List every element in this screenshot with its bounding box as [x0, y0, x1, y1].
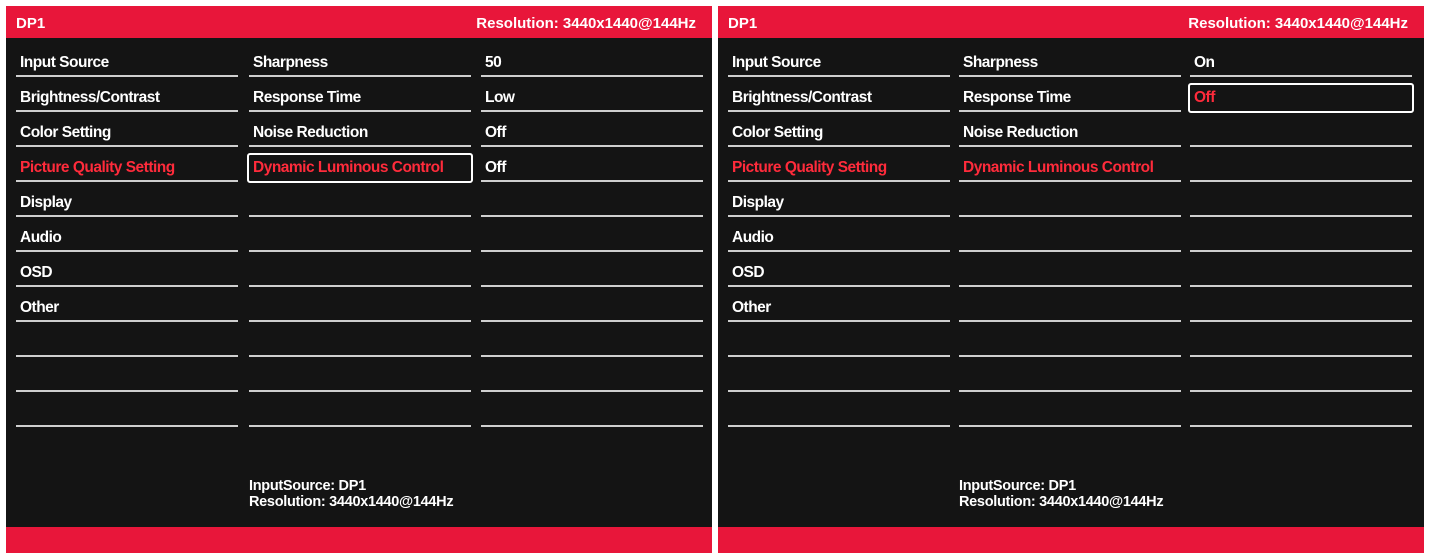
menu-item-other[interactable]: Other — [728, 291, 950, 326]
submenu-item-empty — [959, 361, 1181, 396]
submenu-item-sharpness[interactable]: Sharpness — [249, 46, 471, 81]
value-empty — [1190, 151, 1412, 186]
submenu-item-dynamic-luminous-control[interactable]: Dynamic Luminous Control — [247, 151, 473, 186]
value-empty — [1190, 396, 1412, 431]
menu-item-empty — [16, 396, 238, 431]
submenu-item-response-time[interactable]: Response Time — [249, 81, 471, 116]
value-empty — [481, 326, 703, 361]
submenu-item-empty — [959, 221, 1181, 256]
osd-panel-right: DP1 Resolution: 3440x1440@144Hz Input So… — [718, 6, 1424, 553]
menu-item-input-source[interactable]: Input Source — [16, 46, 238, 81]
option-off[interactable]: Off — [1188, 81, 1414, 116]
menu-item-empty — [16, 326, 238, 361]
value-empty — [1190, 116, 1412, 151]
submenu-item-empty — [249, 361, 471, 396]
submenu-item-response-time[interactable]: Response Time — [959, 81, 1181, 116]
osd-panel-left: DP1 Resolution: 3440x1440@144Hz Input So… — [6, 6, 712, 553]
menu-item-audio[interactable]: Audio — [728, 221, 950, 256]
footer-input-source: InputSource: DP1 — [249, 478, 366, 494]
menu-item-empty — [728, 396, 950, 431]
menu-item-picture-quality-setting[interactable]: Picture Quality Setting — [728, 151, 950, 186]
footer-resolution: Resolution: 3440x1440@144Hz — [959, 494, 1164, 510]
menu-item-brightness-contrast[interactable]: Brightness/Contrast — [728, 81, 950, 116]
main-menu: Input Source Brightness/Contrast Color S… — [728, 46, 950, 431]
submenu-item-empty — [249, 396, 471, 431]
menu-item-display[interactable]: Display — [728, 186, 950, 221]
menu-item-input-source[interactable]: Input Source — [728, 46, 950, 81]
submenu-item-empty — [959, 186, 1181, 221]
value-empty — [481, 221, 703, 256]
menu-item-brightness-contrast[interactable]: Brightness/Contrast — [16, 81, 238, 116]
submenu-item-empty — [249, 291, 471, 326]
header-resolution: Resolution: 3440x1440@144Hz — [476, 15, 696, 32]
menu-item-color-setting[interactable]: Color Setting — [16, 116, 238, 151]
value-empty — [481, 396, 703, 431]
menu-item-color-setting[interactable]: Color Setting — [728, 116, 950, 151]
menu-item-empty — [728, 361, 950, 396]
value-dynamic-luminous-control[interactable]: Off — [481, 151, 703, 186]
value-column: On Off — [1188, 46, 1414, 431]
value-empty — [1190, 291, 1412, 326]
value-column: 50 Low Off Off — [481, 46, 703, 431]
menu-item-picture-quality-setting[interactable]: Picture Quality Setting — [16, 151, 238, 186]
header-resolution: Resolution: 3440x1440@144Hz — [1188, 15, 1408, 32]
value-empty — [1190, 326, 1412, 361]
osd-footer-info: InputSource: DP1 Resolution: 3440x1440@1… — [959, 478, 1164, 510]
submenu-item-empty — [959, 256, 1181, 291]
menu-item-osd[interactable]: OSD — [16, 256, 238, 291]
main-menu: Input Source Brightness/Contrast Color S… — [16, 46, 238, 431]
menu-item-empty — [728, 326, 950, 361]
value-noise-reduction[interactable]: Off — [481, 116, 703, 151]
menu-item-empty — [16, 361, 238, 396]
selection-box — [1188, 83, 1414, 113]
value-empty — [481, 291, 703, 326]
sub-menu: Sharpness Response Time Noise Reduction … — [959, 46, 1181, 431]
osd-header: DP1 Resolution: 3440x1440@144Hz — [718, 6, 1424, 38]
header-input-source: DP1 — [16, 15, 46, 32]
header-input-source: DP1 — [728, 15, 758, 32]
submenu-item-empty — [249, 186, 471, 221]
value-empty — [481, 186, 703, 221]
submenu-item-empty — [249, 326, 471, 361]
value-empty — [481, 256, 703, 291]
submenu-item-empty — [959, 326, 1181, 361]
option-on[interactable]: On — [1190, 46, 1412, 81]
osd-bottom-bar — [718, 527, 1424, 553]
menu-item-audio[interactable]: Audio — [16, 221, 238, 256]
osd-bottom-bar — [6, 527, 712, 553]
submenu-item-empty — [959, 396, 1181, 431]
value-response-time[interactable]: Low — [481, 81, 703, 116]
osd-header: DP1 Resolution: 3440x1440@144Hz — [6, 6, 712, 38]
submenu-item-sharpness[interactable]: Sharpness — [959, 46, 1181, 81]
submenu-item-noise-reduction[interactable]: Noise Reduction — [959, 116, 1181, 151]
menu-item-osd[interactable]: OSD — [728, 256, 950, 291]
value-sharpness[interactable]: 50 — [481, 46, 703, 81]
value-empty — [1190, 256, 1412, 291]
submenu-item-dynamic-luminous-control[interactable]: Dynamic Luminous Control — [959, 151, 1181, 186]
submenu-item-empty — [249, 221, 471, 256]
submenu-item-empty — [959, 291, 1181, 326]
menu-item-other[interactable]: Other — [16, 291, 238, 326]
value-empty — [1190, 361, 1412, 396]
submenu-item-empty — [249, 256, 471, 291]
footer-input-source: InputSource: DP1 — [959, 478, 1076, 494]
menu-item-display[interactable]: Display — [16, 186, 238, 221]
sub-menu: Sharpness Response Time Noise Reduction … — [247, 46, 473, 431]
value-empty — [481, 361, 703, 396]
value-empty — [1190, 221, 1412, 256]
submenu-item-noise-reduction[interactable]: Noise Reduction — [249, 116, 471, 151]
osd-footer-info: InputSource: DP1 Resolution: 3440x1440@1… — [249, 478, 454, 510]
value-empty — [1190, 186, 1412, 221]
footer-resolution: Resolution: 3440x1440@144Hz — [249, 494, 454, 510]
